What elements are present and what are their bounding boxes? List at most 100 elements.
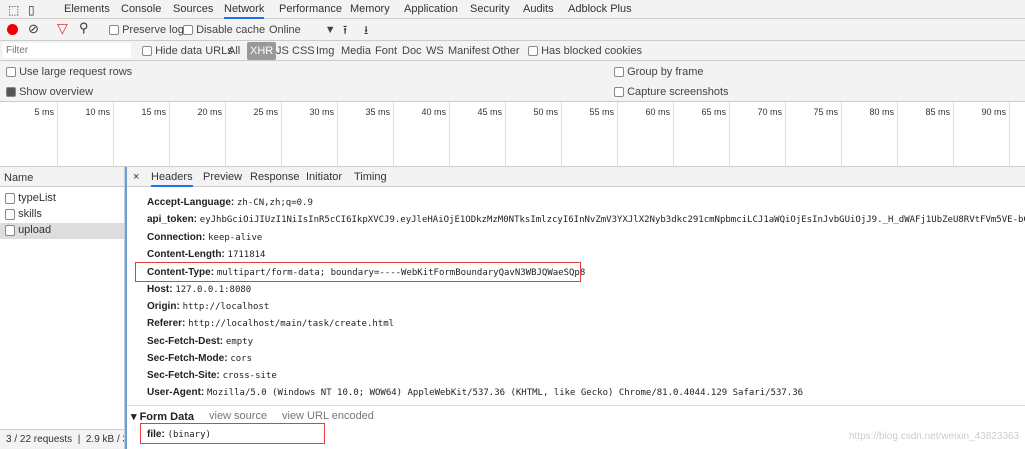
show-overview-checkbox[interactable]: Show overview	[6, 86, 93, 98]
timeline-tick: 70 ms	[730, 102, 786, 167]
view-url-encoded-link[interactable]: view URL encoded	[282, 410, 374, 422]
tab-preview[interactable]: Preview	[203, 171, 242, 183]
tab-headers[interactable]: Headers	[151, 171, 193, 187]
type-doc[interactable]: Doc	[402, 45, 422, 57]
header-value: cors	[230, 354, 253, 364]
type-media[interactable]: Media	[341, 45, 371, 57]
type-ws[interactable]: WS	[426, 45, 444, 57]
large-rows-checkbox[interactable]: Use large request rows	[6, 66, 132, 78]
disable-cache-checkbox[interactable]: Disable cache	[183, 24, 265, 36]
request-row-selected[interactable]: upload	[0, 223, 124, 239]
header-name: api_token:	[147, 214, 198, 225]
throttling-select[interactable]: Online ▼	[269, 24, 336, 36]
timeline-tick: 25 ms	[226, 102, 282, 167]
hide-data-urls-checkbox[interactable]: Hide data URLs	[142, 45, 233, 57]
timeline-tick: 15 ms	[114, 102, 170, 167]
close-icon[interactable]: ×	[133, 171, 139, 183]
record-icon[interactable]	[7, 24, 18, 35]
tab-adblock-plus[interactable]: Adblock Plus	[568, 3, 632, 15]
request-count: 3 / 22 requests	[6, 434, 73, 445]
devtools-tab-bar: ⬚ ▯ Elements Console Sources Network Per…	[0, 0, 1025, 19]
header-value: 1711814	[227, 250, 266, 260]
has-blocked-cookies-checkbox[interactable]: Has blocked cookies	[528, 45, 642, 57]
import-har-icon[interactable]: ⭱	[343, 21, 347, 42]
tab-security[interactable]: Security	[470, 3, 510, 15]
watermark: https://blog.csdn.net/weixin_43823363	[849, 431, 1020, 442]
timeline-tick: 55 ms	[562, 102, 618, 167]
form-field-file: file: (binary)	[147, 429, 211, 440]
type-img[interactable]: Img	[316, 45, 334, 57]
header-name: Referer:	[147, 318, 186, 329]
device-toolbar-icon[interactable]: ▯	[28, 3, 35, 17]
tab-timing[interactable]: Timing	[354, 171, 387, 183]
type-css[interactable]: CSS	[292, 45, 315, 57]
transfer-size: 2.9 kB / 3	[85, 434, 124, 445]
type-all[interactable]: All	[228, 45, 240, 57]
request-header-row: api_token: eyJhbGciOiJIUzI1NiIsInR5cCI6I…	[147, 214, 1025, 225]
tab-application[interactable]: Application	[404, 3, 458, 15]
timeline-tick: 45 ms	[450, 102, 506, 167]
view-source-link[interactable]: view source	[209, 410, 267, 422]
timeline-tick: 40 ms	[394, 102, 450, 167]
request-header-row: Content-Length: 1711814	[147, 249, 265, 260]
filter-icon[interactable]: ▽	[57, 20, 68, 37]
header-value: Mozilla/5.0 (Windows NT 10.0; WOW64) App…	[207, 388, 804, 398]
filter-input[interactable]	[3, 43, 131, 58]
header-value: eyJhbGciOiJIUzI1NiIsInR5cCI6IkpXVCJ9.eyJ…	[199, 215, 1025, 225]
tab-memory[interactable]: Memory	[350, 3, 390, 15]
tab-console[interactable]: Console	[121, 3, 161, 15]
request-header-row: Referer: http://localhost/main/task/crea…	[147, 318, 394, 329]
tab-network[interactable]: Network	[224, 3, 265, 19]
highlight-box	[135, 262, 581, 282]
request-row[interactable]: skills	[0, 207, 124, 223]
header-name: User-Agent:	[147, 387, 205, 398]
export-har-icon[interactable]: ⭳	[364, 21, 368, 42]
form-data-section[interactable]: ▾ Form Data	[131, 410, 194, 423]
tab-response[interactable]: Response	[250, 171, 300, 183]
name-column-header[interactable]: Name	[0, 167, 124, 187]
type-other[interactable]: Other	[492, 45, 520, 57]
group-by-frame-checkbox[interactable]: Group by frame	[614, 66, 703, 78]
timeline-tick: 90 ms	[954, 102, 1010, 167]
header-value: zh-CN,zh;q=0.9	[237, 198, 313, 208]
chevron-down-icon: ▼	[324, 24, 336, 36]
header-name: Origin:	[147, 301, 180, 312]
header-value: keep-alive	[208, 233, 263, 243]
type-js[interactable]: JS	[276, 45, 289, 57]
header-value: empty	[225, 337, 254, 347]
timeline-tick: 80 ms	[842, 102, 898, 167]
clear-icon[interactable]: ⊘	[28, 21, 39, 37]
tab-audits[interactable]: Audits	[523, 3, 554, 15]
timeline-tick: 60 ms	[618, 102, 674, 167]
header-value: 127.0.0.1:8080	[175, 285, 252, 295]
status-bar: 3 / 22 requests | 2.9 kB / 3	[0, 429, 124, 449]
request-row[interactable]: typeList	[0, 191, 124, 207]
timeline-tick: 30 ms	[282, 102, 338, 167]
tab-initiator[interactable]: Initiator	[306, 171, 342, 183]
timeline-overview[interactable]: 5 ms 10 ms 15 ms 20 ms 25 ms 30 ms 35 ms 40 ms 4…	[0, 102, 1025, 167]
capture-screenshots-checkbox[interactable]: Capture screenshots	[614, 86, 729, 98]
type-font[interactable]: Font	[375, 45, 397, 57]
detail-tabs: × Headers Preview Response Initiator Tim…	[127, 167, 1025, 187]
tab-performance[interactable]: Performance	[279, 3, 342, 15]
request-header-row: Sec-Fetch-Dest: empty	[147, 336, 253, 347]
tab-elements[interactable]: Elements	[64, 3, 110, 15]
header-name: Sec-Fetch-Mode:	[147, 353, 228, 364]
timeline-tick: 85 ms	[898, 102, 954, 167]
header-value: http://localhost/main/task/create.html	[188, 319, 395, 329]
header-name: Accept-Language:	[147, 197, 235, 208]
type-manifest[interactable]: Manifest	[448, 45, 490, 57]
timeline-tick: 65 ms	[674, 102, 730, 167]
request-details: × Headers Preview Response Initiator Tim…	[125, 167, 1025, 449]
divider	[127, 405, 1025, 406]
header-name: Connection:	[147, 232, 206, 243]
request-header-row: Sec-Fetch-Site: cross-site	[147, 370, 277, 381]
preserve-log-checkbox[interactable]: Preserve log	[109, 24, 184, 36]
type-xhr[interactable]: XHR	[247, 42, 277, 60]
filter-bar: Hide data URLs All XHR JS CSS Img Media …	[0, 41, 1025, 61]
search-icon[interactable]: ⚲	[79, 20, 89, 36]
tab-sources[interactable]: Sources	[173, 3, 213, 15]
request-header-row: Accept-Language: zh-CN,zh;q=0.9	[147, 197, 313, 208]
inspect-element-icon[interactable]: ⬚	[8, 3, 19, 17]
network-settings: Use large request rows Show overview Gro…	[0, 61, 1025, 102]
